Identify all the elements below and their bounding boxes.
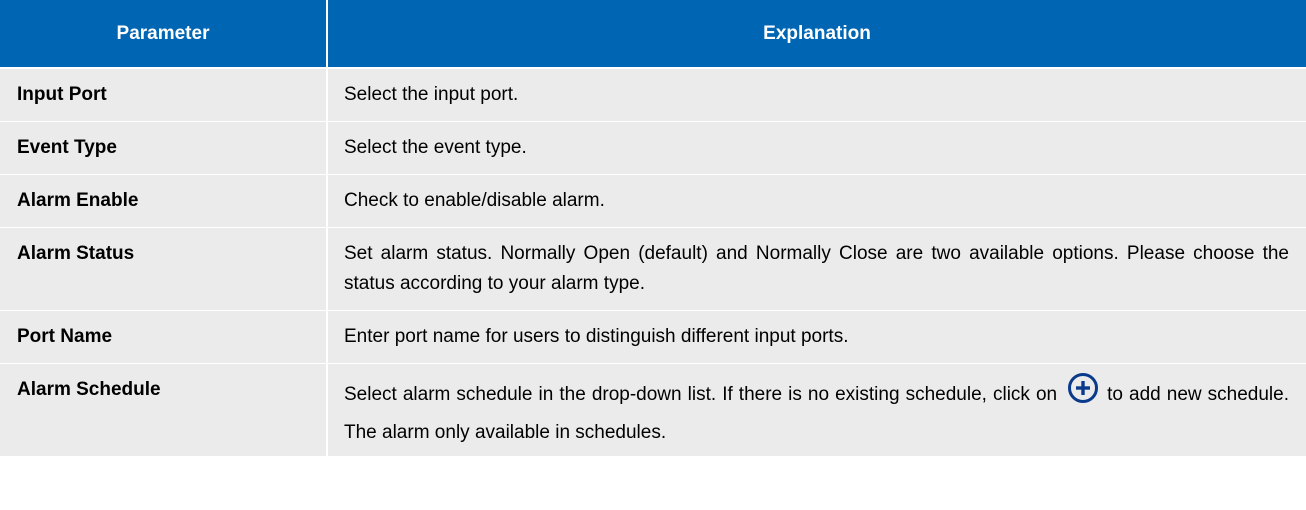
parameter-cell: Event Type <box>0 121 328 175</box>
table-header: Parameter Explanation <box>0 0 1306 69</box>
table-row: Event Type Select the event type. <box>0 121 1306 175</box>
table-row: Alarm Schedule Select alarm schedule in … <box>0 363 1306 457</box>
explanation-cell: Enter port name for users to distinguish… <box>327 310 1306 364</box>
table-row: Alarm Enable Check to enable/disable ala… <box>0 174 1306 228</box>
parameter-cell: Input Port <box>0 68 328 122</box>
parameter-cell: Port Name <box>0 310 328 364</box>
header-explanation: Explanation <box>327 0 1306 69</box>
explanation-cell: Select the event type. <box>327 121 1306 175</box>
explanation-text-before-icon: Select alarm schedule in the drop-down l… <box>344 384 1058 405</box>
explanation-cell: Set alarm status. Normally Open (default… <box>327 227 1306 311</box>
table-row: Input Port Select the input port. <box>0 68 1306 122</box>
explanation-cell: Select alarm schedule in the drop-down l… <box>327 363 1306 457</box>
table-body: Input Port Select the input port. Event … <box>0 68 1306 457</box>
explanation-cell: Check to enable/disable alarm. <box>327 174 1306 228</box>
parameter-cell: Alarm Status <box>0 227 328 311</box>
add-circle-icon <box>1067 372 1099 404</box>
parameter-table: Parameter Explanation Input Port Select … <box>0 0 1306 457</box>
header-row: Parameter Explanation <box>0 0 1306 69</box>
explanation-cell: Select the input port. <box>327 68 1306 122</box>
table-row: Port Name Enter port name for users to d… <box>0 310 1306 364</box>
header-parameter: Parameter <box>0 0 328 69</box>
parameter-cell: Alarm Enable <box>0 174 328 228</box>
table-row: Alarm Status Set alarm status. Normally … <box>0 227 1306 311</box>
parameter-cell: Alarm Schedule <box>0 363 328 457</box>
